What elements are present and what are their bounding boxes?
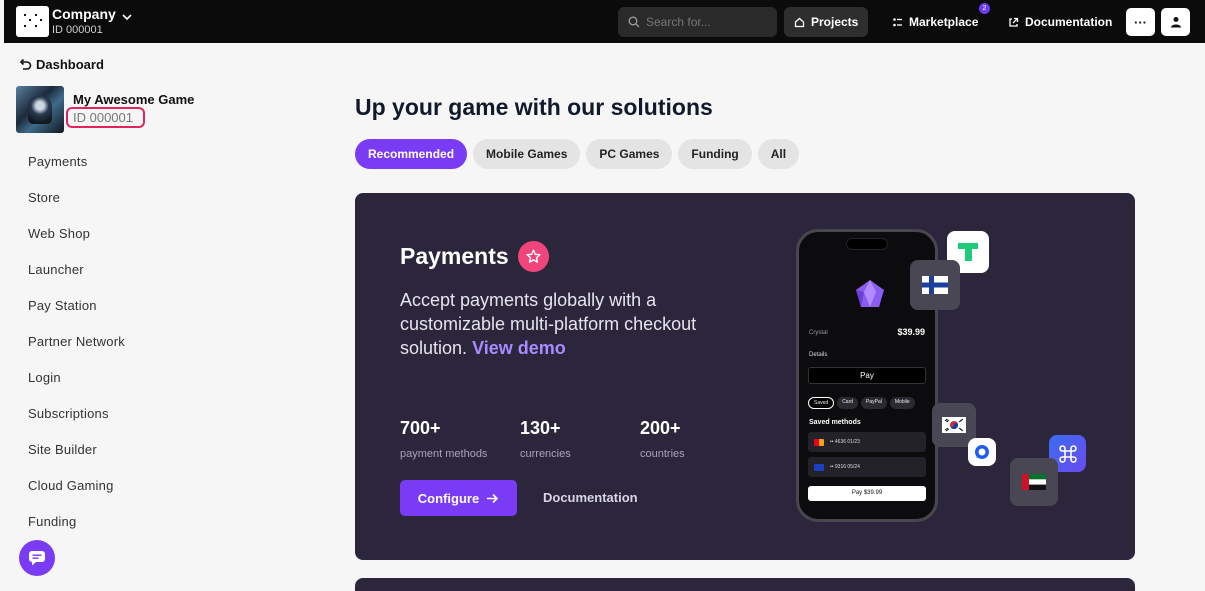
stat-label: currencies (520, 448, 571, 460)
back-label: Dashboard (36, 57, 104, 72)
phone-item-name: Crystal (809, 330, 828, 336)
game-thumbnail (16, 86, 64, 133)
company-logo[interactable] (16, 6, 49, 37)
filter-tabs: Recommended Mobile Games PC Games Fundin… (355, 139, 805, 169)
sidebar-item-web-shop[interactable]: Web Shop (28, 226, 125, 262)
sidebar-item-cloud-gaming[interactable]: Cloud Gaming (28, 478, 125, 514)
game-id[interactable]: ID 000001 (66, 107, 145, 128)
projects-label: Projects (811, 15, 859, 29)
game-title: My Awesome Game (73, 92, 195, 107)
phone-card-1: •• 4636 01/23 (808, 432, 926, 452)
tab-pc-games[interactable]: PC Games (586, 139, 673, 169)
configure-label: Configure (417, 490, 480, 506)
sidebar-item-login[interactable]: Login (28, 370, 125, 406)
external-link-icon (1008, 17, 1019, 28)
phone-chip: Saved (808, 397, 835, 409)
phone-price: $39.99 (897, 327, 925, 337)
sidebar-item-store[interactable]: Store (28, 190, 125, 226)
tab-funding[interactable]: Funding (678, 139, 752, 169)
stat-label: countries (640, 448, 685, 460)
documentation-button[interactable]: Documentation (998, 7, 1122, 37)
hero-description: Accept payments globally with a customiz… (400, 288, 760, 360)
view-demo-link[interactable]: View demo (472, 338, 566, 358)
chat-bubble-logo-icon (968, 438, 996, 466)
uae-flag-icon (1010, 458, 1058, 506)
phone-saved-methods: Saved methods (809, 419, 861, 426)
documentation-label: Documentation (1025, 15, 1113, 29)
star-icon (517, 241, 549, 272)
payments-hero-card: Payments Accept payments globally with a… (355, 193, 1135, 560)
sidebar-menu: Payments Store Web Shop Launcher Pay Sta… (28, 154, 125, 550)
projects-button[interactable]: Projects (784, 7, 869, 37)
phone-method-chips: Saved Card PayPal Mobile (808, 397, 918, 409)
marketplace-label: Marketplace (909, 15, 979, 29)
more-button[interactable]: ··· (1126, 8, 1155, 36)
tab-mobile-games[interactable]: Mobile Games (473, 139, 581, 169)
chevron-down-icon[interactable] (122, 12, 132, 24)
sidebar-item-launcher[interactable]: Launcher (28, 262, 125, 298)
phone-pay-button: Pay $39.99 (808, 486, 926, 501)
top-bar: Company ID 000001 Projects Marketplace 2… (4, 0, 1205, 43)
sidebar-item-subscriptions[interactable]: Subscriptions (28, 406, 125, 442)
tab-recommended[interactable]: Recommended (355, 139, 468, 169)
hero-documentation-link[interactable]: Documentation (543, 490, 638, 505)
chat-button[interactable] (19, 540, 55, 576)
tab-all[interactable]: All (757, 139, 800, 169)
next-solution-card (355, 578, 1135, 591)
phone-details: Details (809, 352, 828, 358)
company-id: ID 000001 (52, 24, 103, 36)
search-input[interactable] (646, 15, 766, 29)
user-icon (1170, 17, 1181, 28)
stat-currencies: 130+ currencies (520, 418, 571, 460)
hero-title: Payments (400, 241, 549, 272)
phone-card-text: •• 9316 05/24 (830, 464, 860, 470)
page-title: Up your game with our solutions (355, 94, 713, 120)
visa-icon (814, 463, 824, 471)
stat-countries: 200+ countries (640, 418, 685, 460)
marketplace-icon (892, 17, 903, 28)
mastercard-icon (814, 438, 824, 446)
phone-notch (846, 238, 888, 250)
search-icon (628, 16, 640, 28)
hero-title-text: Payments (400, 243, 509, 269)
marketplace-badge: 2 (979, 3, 990, 14)
phone-apple-pay-button: Pay (808, 367, 926, 384)
phone-card-text: •• 4636 01/23 (830, 439, 860, 445)
stat-number: 130+ (520, 418, 561, 438)
crystal-icon (856, 280, 884, 307)
back-arrow-icon (19, 58, 32, 70)
chat-icon (29, 551, 45, 566)
marketplace-button[interactable]: Marketplace (882, 7, 988, 37)
phone-card-2: •• 9316 05/24 (808, 457, 926, 477)
sidebar-item-pay-station[interactable]: Pay Station (28, 298, 125, 334)
stat-label: payment methods (400, 448, 488, 460)
sidebar-item-partner-network[interactable]: Partner Network (28, 334, 125, 370)
home-icon (794, 17, 805, 28)
phone-chip: Mobile (889, 397, 915, 409)
arrow-right-icon (487, 493, 499, 503)
phone-chip: PayPal (861, 397, 887, 409)
phone-chip: Card (837, 397, 859, 409)
search-box[interactable] (618, 7, 777, 37)
stat-number: 200+ (640, 418, 681, 438)
sidebar-item-site-builder[interactable]: Site Builder (28, 442, 125, 478)
user-button[interactable] (1161, 8, 1190, 36)
sidebar-item-payments[interactable]: Payments (28, 154, 125, 190)
back-to-dashboard-link[interactable]: Dashboard (18, 57, 104, 72)
finland-flag-icon (910, 260, 960, 310)
stat-payment-methods: 700+ payment methods (400, 418, 487, 460)
stat-number: 700+ (400, 418, 441, 438)
company-name[interactable]: Company (52, 6, 116, 22)
configure-button[interactable]: Configure (400, 480, 517, 516)
